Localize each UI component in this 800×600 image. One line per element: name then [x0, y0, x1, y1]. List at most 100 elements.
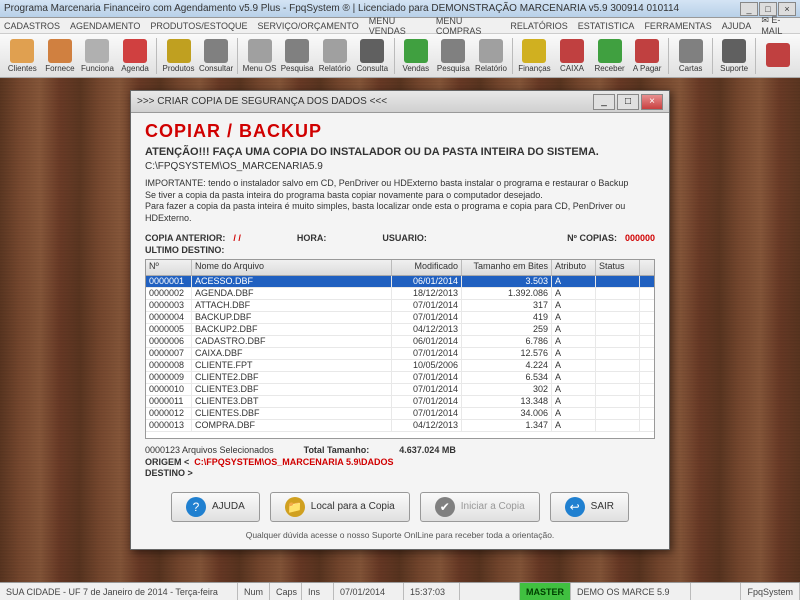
toolbar-produtos[interactable]: Produtos: [160, 36, 197, 76]
start-copy-button[interactable]: ✔ Iniciar a Copia: [420, 492, 540, 522]
menu-agendamento[interactable]: AGENDAMENTO: [70, 21, 140, 31]
table-row[interactable]: 0000003ATTACH.DBF07/01/2014317A: [146, 300, 654, 312]
app-title: Programa Marcenaria Financeiro com Agend…: [4, 3, 740, 14]
toolbar-icon: [85, 39, 109, 63]
toolbar-relatrio[interactable]: Relatório: [473, 36, 510, 76]
toolbar-pesquisa[interactable]: Pesquisa: [279, 36, 316, 76]
column-header[interactable]: Nº: [146, 260, 192, 275]
dialog-close-button[interactable]: ×: [641, 94, 663, 110]
email-menu[interactable]: ✉ E-MAIL: [761, 15, 796, 36]
table-row[interactable]: 0000005BACKUP2.DBF04/12/2013259A: [146, 324, 654, 336]
column-header[interactable]: Status: [596, 260, 640, 275]
table-row[interactable]: 0000001ACESSO.DBF06/01/20143.503A: [146, 276, 654, 288]
toolbar-icon: [522, 39, 546, 63]
minimize-button[interactable]: _: [740, 2, 758, 16]
dialog-title: >>> CRIAR COPIA DE SEGURANÇA DOS DADOS <…: [137, 96, 593, 107]
toolbar-separator: [668, 38, 669, 74]
toolbar-icon: [560, 39, 584, 63]
toolbar-cartas[interactable]: Cartas: [672, 36, 709, 76]
column-header[interactable]: Modificado: [392, 260, 462, 275]
toolbar-relatrio[interactable]: Relatório: [316, 36, 353, 76]
table-row[interactable]: 0000002AGENDA.DBF18/12/20131.392.086A: [146, 288, 654, 300]
toolbar-vendas[interactable]: Vendas: [398, 36, 435, 76]
file-grid[interactable]: NºNome do ArquivoModificadoTamanho em Bi…: [145, 259, 655, 439]
table-row[interactable]: 0000008CLIENTE.FPT10/05/20064.224A: [146, 360, 654, 372]
menu-ajuda[interactable]: AJUDA: [722, 21, 752, 31]
toolbar-finanas[interactable]: Finanças: [516, 36, 553, 76]
toolbar-label: Pesquisa: [281, 64, 314, 73]
table-row[interactable]: 0000012CLIENTES.DBF07/01/201434.006A: [146, 408, 654, 420]
table-row[interactable]: 0000004BACKUP.DBF07/01/2014419A: [146, 312, 654, 324]
toolbar-apagar[interactable]: A Pagar: [629, 36, 666, 76]
toolbar-exit[interactable]: [759, 36, 796, 76]
toolbar-receber[interactable]: Receber: [591, 36, 628, 76]
dialog-heading: COPIAR / BACKUP: [145, 121, 655, 142]
toolbar-icon: [123, 39, 147, 63]
status-blank: [460, 583, 520, 600]
exit-button[interactable]: ↩ SAIR: [550, 492, 629, 522]
exit-icon: ↩: [565, 497, 585, 517]
column-header[interactable]: Tamanho em Bites: [462, 260, 552, 275]
table-row[interactable]: 0000009CLIENTE2.DBF07/01/20146.534A: [146, 372, 654, 384]
table-row[interactable]: 0000006CADASTRO.DBF06/01/20146.786A: [146, 336, 654, 348]
menu-menucompras[interactable]: MENU COMPRAS: [436, 16, 501, 36]
grid-header: NºNome do ArquivoModificadoTamanho em Bi…: [146, 260, 654, 276]
menu-produtosestoque[interactable]: PRODUTOS/ESTOQUE: [150, 21, 247, 31]
choose-location-button[interactable]: 📁 Local para a Copia: [270, 492, 410, 522]
toolbar-agenda[interactable]: Agenda: [117, 36, 154, 76]
table-row[interactable]: 0000010CLIENTE3.DBF07/01/2014302A: [146, 384, 654, 396]
column-header[interactable]: Atributo: [552, 260, 596, 275]
dialog-maximize-button[interactable]: □: [617, 94, 639, 110]
attention-text: ATENÇÃO!!! FAÇA UMA COPIA DO INSTALADOR …: [145, 146, 655, 158]
menu-estatistica[interactable]: ESTATISTICA: [578, 21, 635, 31]
toolbar-icon: [323, 39, 347, 63]
toolbar-suporte[interactable]: Suporte: [716, 36, 753, 76]
status-capslock: Caps: [270, 583, 302, 600]
toolbar-separator: [712, 38, 713, 74]
status-date: 07/01/2014: [334, 583, 404, 600]
toolbar-caixa[interactable]: CAIXA: [554, 36, 591, 76]
dialog-footer-text: Qualquer dúvida acesse o nosso Suporte O…: [145, 530, 655, 540]
toolbar-icon: [285, 39, 309, 63]
toolbar-funciona[interactable]: Funciona: [79, 36, 116, 76]
toolbar-label: Produtos: [162, 64, 194, 73]
toolbar-clientes[interactable]: Clientes: [4, 36, 41, 76]
toolbar-icon: [766, 43, 790, 67]
close-button[interactable]: ×: [778, 2, 796, 16]
status-city: SUA CIDADE - UF 7 de Janeiro de 2014 - T…: [0, 583, 238, 600]
install-path: C:\FPQSYSTEM\OS_MARCENARIA5.9: [145, 161, 655, 172]
toolbar-label: Suporte: [720, 64, 748, 73]
grid-body[interactable]: 0000001ACESSO.DBF06/01/20143.503A0000002…: [146, 276, 654, 438]
table-row[interactable]: 0000011CLIENTE3.DBT07/01/201413.348A: [146, 396, 654, 408]
status-time: 15:37:03: [404, 583, 460, 600]
toolbar-icon: [48, 39, 72, 63]
help-button[interactable]: ? AJUDA: [171, 492, 260, 522]
menu-relatrios[interactable]: RELATÓRIOS: [510, 21, 567, 31]
toolbar-label: Funciona: [81, 64, 114, 73]
toolbar-separator: [394, 38, 395, 74]
menubar: CADASTROS AGENDAMENTO PRODUTOS/ESTOQUE SERV…: [0, 18, 800, 34]
status-spacer: [691, 583, 741, 600]
menu-serviooramento[interactable]: SERVIÇO/ORÇAMENTO: [258, 21, 359, 31]
table-row[interactable]: 0000013COMPRA.DBF04/12/20131.347A: [146, 420, 654, 432]
dialog-minimize-button[interactable]: _: [593, 94, 615, 110]
toolbar-icon: [248, 39, 272, 63]
help-icon: ?: [186, 497, 206, 517]
toolbar-label: Clientes: [8, 64, 37, 73]
toolbar-pesquisa[interactable]: Pesquisa: [435, 36, 472, 76]
maximize-button[interactable]: □: [759, 2, 777, 16]
menu-menuvendas[interactable]: MENU VENDAS: [369, 16, 426, 36]
column-header[interactable]: Nome do Arquivo: [192, 260, 392, 275]
toolbar-menuos[interactable]: Menu OS: [241, 36, 278, 76]
toolbar-consultar[interactable]: Consultar: [198, 36, 235, 76]
toolbar-consulta[interactable]: Consulta: [354, 36, 391, 76]
menu-cadastros[interactable]: CADASTROS: [4, 21, 60, 31]
status-master: MASTER: [520, 583, 571, 600]
toolbar-fornece[interactable]: Fornece: [42, 36, 79, 76]
menu-ferramentas[interactable]: FERRAMENTAS: [644, 21, 711, 31]
previous-copy-row: COPIA ANTERIOR: / / HORA: USUARIO: Nº CO…: [145, 233, 655, 243]
table-row[interactable]: 0000007CAIXA.DBF07/01/201412.576A: [146, 348, 654, 360]
backup-dialog: >>> CRIAR COPIA DE SEGURANÇA DOS DADOS <…: [130, 90, 670, 550]
origin-row: ORIGEM < C:\FPQSYSTEM\OS_MARCENARIA 5.9\…: [145, 457, 655, 467]
last-destination-row: ULTIMO DESTINO:: [145, 245, 655, 255]
